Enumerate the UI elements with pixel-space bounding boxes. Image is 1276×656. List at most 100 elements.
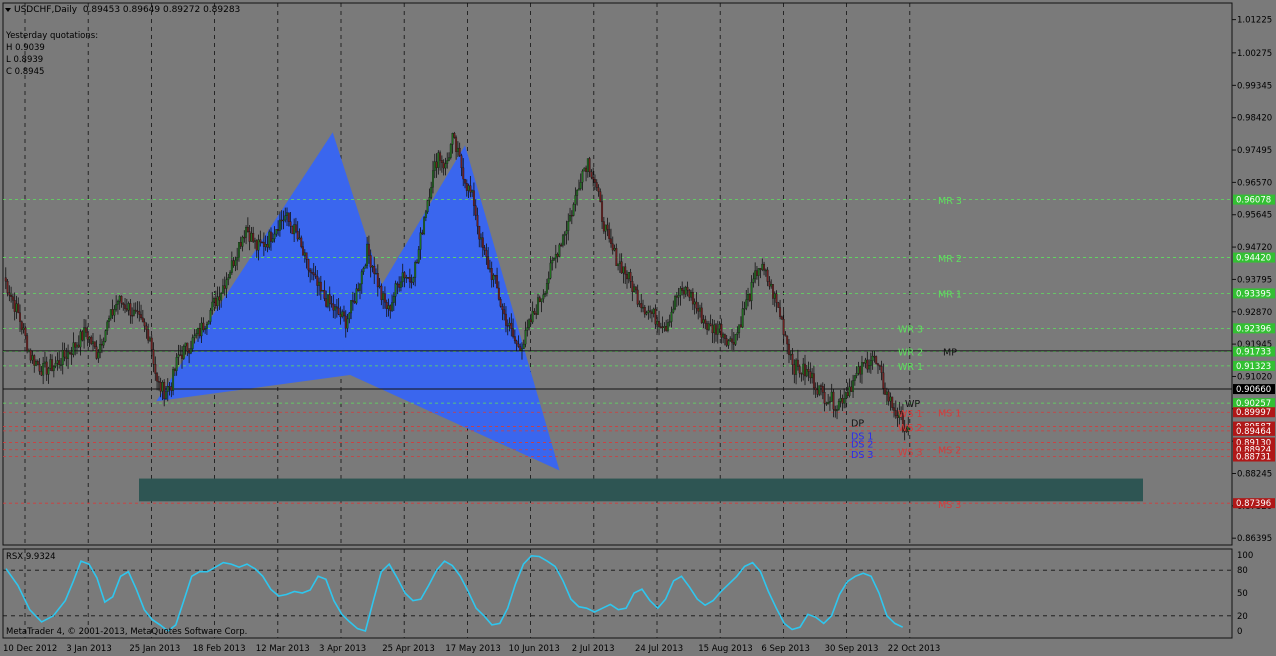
candle-body xyxy=(894,410,897,416)
candle-body xyxy=(353,301,356,304)
candle-body xyxy=(569,215,571,222)
candle-body xyxy=(658,321,660,327)
candle-body xyxy=(832,391,835,410)
candle-body xyxy=(866,359,869,370)
candle-body xyxy=(259,239,262,243)
candle-body xyxy=(211,301,214,311)
candle-body xyxy=(887,391,890,402)
candle-body xyxy=(659,326,662,328)
candle-body xyxy=(435,161,438,168)
candle-body xyxy=(570,215,573,217)
candle-body xyxy=(722,334,725,338)
pivot-label: WR 1 xyxy=(898,362,923,373)
candle-body xyxy=(841,397,844,404)
candle-body xyxy=(8,292,11,296)
candle-body xyxy=(558,244,561,257)
candle-body xyxy=(807,369,810,372)
candle-body xyxy=(668,321,671,323)
yesterday-low: L 0.8939 xyxy=(6,55,44,65)
candle-body xyxy=(882,372,885,389)
candle-body xyxy=(373,265,376,274)
candle-body xyxy=(209,309,212,322)
candle-body xyxy=(385,302,388,310)
level-tag-label: 0.89464 xyxy=(1236,427,1271,437)
candle-body xyxy=(366,243,369,266)
candle-body xyxy=(620,261,623,274)
candle-body xyxy=(481,237,484,248)
candle-body xyxy=(451,133,454,145)
candle-body xyxy=(729,338,732,341)
candle-body xyxy=(661,326,664,329)
candle-body xyxy=(93,341,96,347)
candle-body xyxy=(748,294,751,301)
candle-body xyxy=(116,301,119,305)
chevron-down-icon[interactable] xyxy=(5,7,11,12)
candle-body xyxy=(273,233,276,239)
date-tick-label: 12 Mar 2013 xyxy=(256,644,310,654)
candle-body xyxy=(63,350,66,358)
candle-body xyxy=(95,346,98,359)
date-tick-label: 6 Sep 2013 xyxy=(761,644,809,654)
candle-body xyxy=(827,402,830,405)
candle-body xyxy=(843,398,846,404)
candle-body xyxy=(777,302,780,308)
candle-body xyxy=(280,219,283,222)
candle-body xyxy=(723,334,726,339)
candle-body xyxy=(175,357,178,371)
candle-body xyxy=(732,342,735,345)
candle-body xyxy=(553,258,555,261)
candle-body xyxy=(524,330,527,345)
candle-body xyxy=(437,152,440,168)
candle-body xyxy=(487,256,490,269)
candle-body xyxy=(804,363,806,377)
candle-body xyxy=(29,350,32,361)
candle-body xyxy=(207,321,210,325)
candle-body xyxy=(113,309,116,316)
candle-body xyxy=(855,373,858,376)
candle-body xyxy=(369,255,372,268)
date-axis: 10 Dec 2012 3 Jan 2013 25 Jan 2013 18 Feb 2… xyxy=(3,644,940,654)
candle-body xyxy=(255,240,258,251)
candle-body xyxy=(22,327,25,330)
candle-body xyxy=(830,391,833,402)
candle-body xyxy=(684,286,687,295)
candle-body xyxy=(618,261,621,265)
candle-body xyxy=(19,312,21,322)
candle-body xyxy=(606,224,609,230)
candle-body xyxy=(286,212,288,216)
candle-body xyxy=(563,234,566,236)
candle-body xyxy=(786,335,789,345)
candle-body xyxy=(739,324,742,328)
candle-body xyxy=(702,319,705,323)
rsx-tick-label: 100 xyxy=(1237,551,1253,561)
candle-body xyxy=(554,253,557,259)
candle-body xyxy=(585,167,588,172)
candle-body xyxy=(588,158,591,173)
pivot-label: MS 2 xyxy=(938,446,961,457)
candle-body xyxy=(154,364,157,374)
candle-body xyxy=(81,331,84,341)
candle-body xyxy=(138,311,141,315)
candle-body xyxy=(604,224,607,232)
candle-body xyxy=(270,231,272,242)
candle-body xyxy=(375,273,377,275)
candle-body xyxy=(601,201,604,222)
date-tick-label: 22 Oct 2013 xyxy=(888,644,941,654)
candle-body xyxy=(638,303,641,305)
candle-body xyxy=(296,231,299,240)
candle-body xyxy=(793,364,796,375)
candle-body xyxy=(150,337,153,350)
candle-body xyxy=(52,366,55,371)
candle-body xyxy=(440,160,443,163)
candle-body xyxy=(608,229,611,239)
candle-body xyxy=(173,369,176,371)
candle-body xyxy=(136,310,139,313)
candle-body xyxy=(341,311,344,317)
candle-body xyxy=(449,144,452,158)
candle-body xyxy=(681,288,684,291)
chart-header[interactable]: USDCHF,Daily 0.89453 0.89649 0.89272 0.8… xyxy=(5,5,240,15)
candle-body xyxy=(649,310,652,313)
candle-body xyxy=(535,313,538,315)
candle-body xyxy=(423,217,426,235)
candle-body xyxy=(289,221,292,227)
